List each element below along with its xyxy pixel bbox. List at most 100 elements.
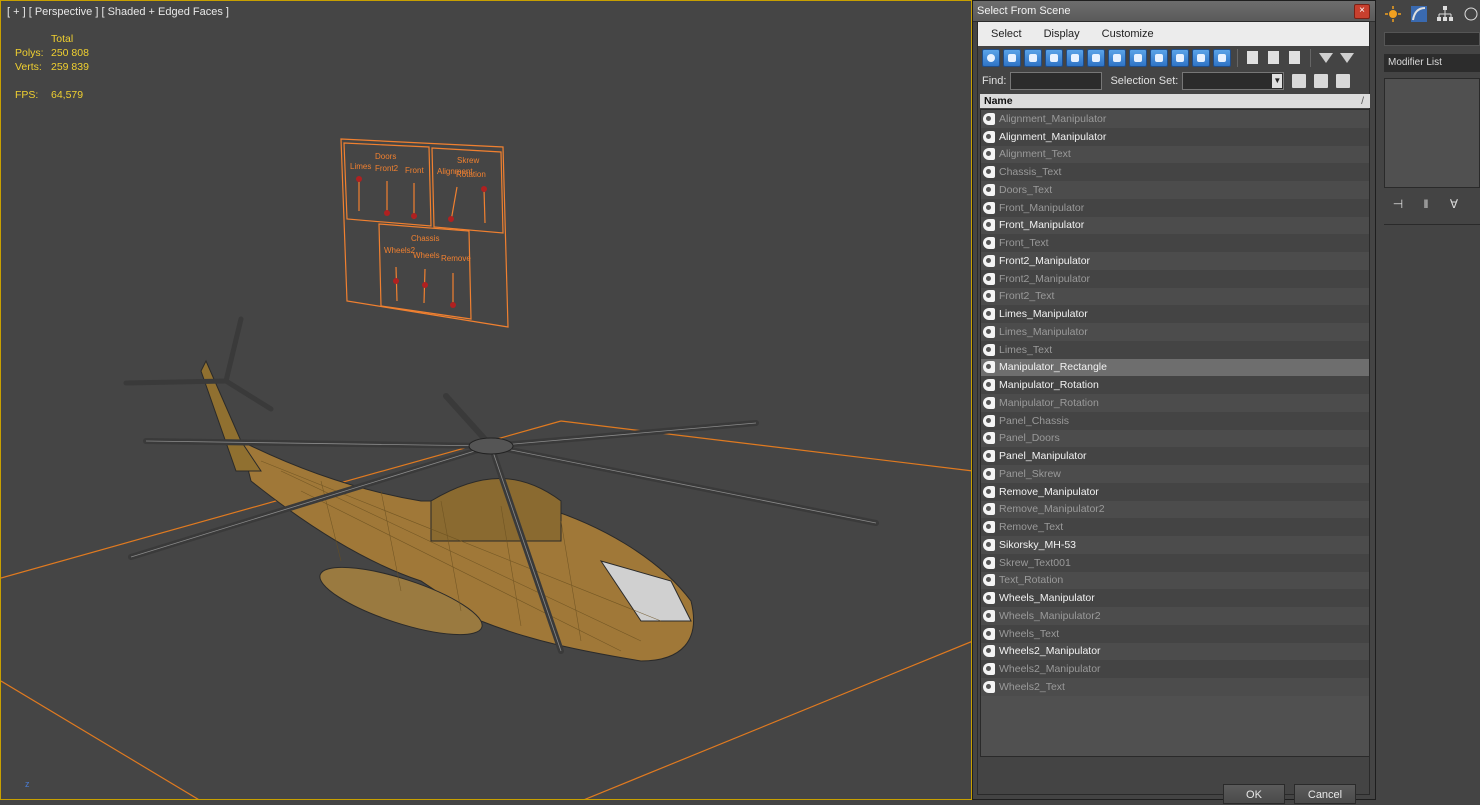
list-item[interactable]: Remove_Text: [981, 518, 1369, 536]
display-lights-icon[interactable]: [1024, 49, 1042, 67]
list-item[interactable]: Panel_Manipulator: [981, 447, 1369, 465]
list-item[interactable]: Limes_Manipulator: [981, 305, 1369, 323]
make-unique-icon[interactable]: ∀: [1446, 197, 1462, 211]
list-item[interactable]: Front2_Text: [981, 287, 1369, 306]
helper-object-icon: [983, 609, 995, 622]
list-item-label: Limes_Manipulator: [999, 325, 1088, 338]
name-column-header[interactable]: Name /: [980, 94, 1370, 108]
modify-tab-icon[interactable]: [1410, 5, 1428, 23]
display-shapes-icon[interactable]: [1003, 49, 1021, 67]
filter-icon[interactable]: [1317, 49, 1335, 67]
list-item[interactable]: Front_Manipulator: [981, 198, 1369, 217]
list-item[interactable]: Panel_Doors: [981, 429, 1369, 448]
dialog-titlebar[interactable]: Select From Scene ×: [973, 1, 1375, 22]
helper-object-icon: [983, 290, 995, 303]
list-item[interactable]: Manipulator_Rotation: [981, 394, 1369, 412]
menu-select[interactable]: Select: [978, 28, 1031, 40]
list-item[interactable]: Wheels2_Text: [981, 678, 1369, 696]
helper-object-icon: [983, 485, 995, 498]
advanced-filter-icon[interactable]: [1338, 49, 1356, 67]
select-none-icon[interactable]: [1265, 49, 1283, 67]
list-item[interactable]: Remove_Manipulator2: [981, 500, 1369, 519]
select-all-icon[interactable]: [1244, 49, 1262, 67]
find-label: Find:: [982, 75, 1007, 87]
select-invert-icon[interactable]: [1286, 49, 1304, 67]
display-helpers-icon[interactable]: [1066, 49, 1084, 67]
pin-stack-icon[interactable]: ⊣: [1390, 197, 1406, 211]
list-item[interactable]: Wheels2_Manipulator: [981, 642, 1369, 661]
list-item-label: Wheels_Text: [999, 627, 1060, 640]
list-item[interactable]: Remove_Manipulator: [981, 482, 1369, 501]
list-item-label: Limes_Text: [999, 343, 1053, 356]
display-containers-icon[interactable]: [1171, 49, 1189, 67]
menu-display[interactable]: Display: [1031, 28, 1089, 40]
filter-toolbar: [978, 46, 1369, 70]
list-item[interactable]: Sikorsky_MH-53: [981, 536, 1369, 554]
command-panel-tabs: [1376, 0, 1480, 28]
viewport-label[interactable]: [ + ] [ Perspective ] [ Shaded + Edged F…: [7, 6, 229, 18]
list-item[interactable]: Front2_Manipulator: [981, 252, 1369, 270]
create-selection-set-icon[interactable]: [1292, 74, 1307, 88]
list-item[interactable]: Wheels2_Manipulator: [981, 660, 1369, 678]
cancel-button[interactable]: Cancel: [1294, 784, 1356, 804]
list-item[interactable]: Panel_Skrew: [981, 465, 1369, 483]
list-item[interactable]: Text_Rotation: [981, 571, 1369, 590]
list-item-label: Manipulator_Rectangle: [999, 361, 1107, 374]
list-item[interactable]: Front_Text: [981, 234, 1369, 252]
display-groups-icon[interactable]: [1108, 49, 1126, 67]
ok-button[interactable]: OK: [1223, 784, 1285, 804]
dialog-menubar: Select Display Customize: [978, 22, 1369, 46]
list-item-label: Front2_Manipulator: [999, 272, 1091, 285]
list-item[interactable]: Front_Manipulator: [981, 216, 1369, 235]
helper-object-icon: [983, 503, 995, 516]
selection-set-dropdown[interactable]: ▼: [1182, 72, 1285, 90]
display-frozen-icon[interactable]: [1192, 49, 1210, 67]
display-spacewarps-icon[interactable]: [1087, 49, 1105, 67]
list-item[interactable]: Limes_Text: [981, 340, 1369, 359]
remove-selection-set-icon[interactable]: [1336, 74, 1351, 88]
name-column-label: Name: [984, 95, 1013, 107]
display-hidden-icon[interactable]: [1213, 49, 1231, 67]
list-item[interactable]: Limes_Manipulator: [981, 323, 1369, 341]
list-item[interactable]: Manipulator_Rectangle: [981, 358, 1369, 377]
list-item[interactable]: Chassis_Text: [981, 163, 1369, 181]
list-item[interactable]: Manipulator_Rotation: [981, 376, 1369, 394]
svg-text:Front2: Front2: [375, 164, 399, 173]
close-button[interactable]: ×: [1354, 4, 1370, 19]
scene-object-list[interactable]: Alignment_Manipulator Alignment_Manipulat…: [980, 109, 1370, 757]
list-item[interactable]: Alignment_Manipulator: [981, 127, 1369, 146]
list-item[interactable]: Doors_Text: [981, 181, 1369, 199]
sort-indicator-icon: /: [1361, 95, 1364, 107]
modifier-stack-controls: ⊣ ‖ ∀: [1384, 194, 1480, 214]
menu-customize[interactable]: Customize: [1089, 28, 1163, 40]
display-xrefs-icon[interactable]: [1129, 49, 1147, 67]
motion-tab-icon[interactable]: [1462, 5, 1480, 23]
show-end-result-icon[interactable]: ‖: [1418, 197, 1434, 211]
helper-object-icon: [983, 183, 995, 196]
list-item-label: Alignment_Text: [999, 148, 1071, 161]
modifier-list-dropdown[interactable]: Modifier List: [1384, 54, 1480, 72]
display-geometry-icon[interactable]: [982, 49, 1000, 67]
list-item[interactable]: Panel_Chassis: [981, 411, 1369, 430]
create-tab-icon[interactable]: [1384, 5, 1402, 23]
display-cameras-icon[interactable]: [1045, 49, 1063, 67]
find-input[interactable]: [1010, 72, 1103, 90]
list-item[interactable]: Alignment_Manipulator: [981, 110, 1369, 128]
list-item[interactable]: Skrew_Text001: [981, 553, 1369, 572]
display-bones-icon[interactable]: [1150, 49, 1168, 67]
helper-object-icon: [983, 254, 995, 267]
modifier-stack[interactable]: [1384, 78, 1480, 188]
list-item[interactable]: Wheels_Text: [981, 624, 1369, 643]
list-item[interactable]: Alignment_Text: [981, 145, 1369, 164]
hierarchy-tab-icon[interactable]: [1436, 5, 1454, 23]
object-name-field[interactable]: [1384, 32, 1480, 46]
polys-label: Polys:: [15, 47, 44, 59]
list-item[interactable]: Wheels_Manipulator2: [981, 607, 1369, 625]
list-item-label: Remove_Manipulator2: [999, 503, 1105, 516]
list-item[interactable]: Front2_Manipulator: [981, 269, 1369, 288]
perspective-viewport[interactable]: Doors Front2 Front Limes Skrew Alignment…: [0, 0, 972, 800]
helper-object-icon: [983, 663, 995, 676]
list-item[interactable]: Wheels_Manipulator: [981, 589, 1369, 607]
helper-object-icon: [983, 592, 995, 605]
edit-selection-set-icon[interactable]: [1314, 74, 1329, 88]
